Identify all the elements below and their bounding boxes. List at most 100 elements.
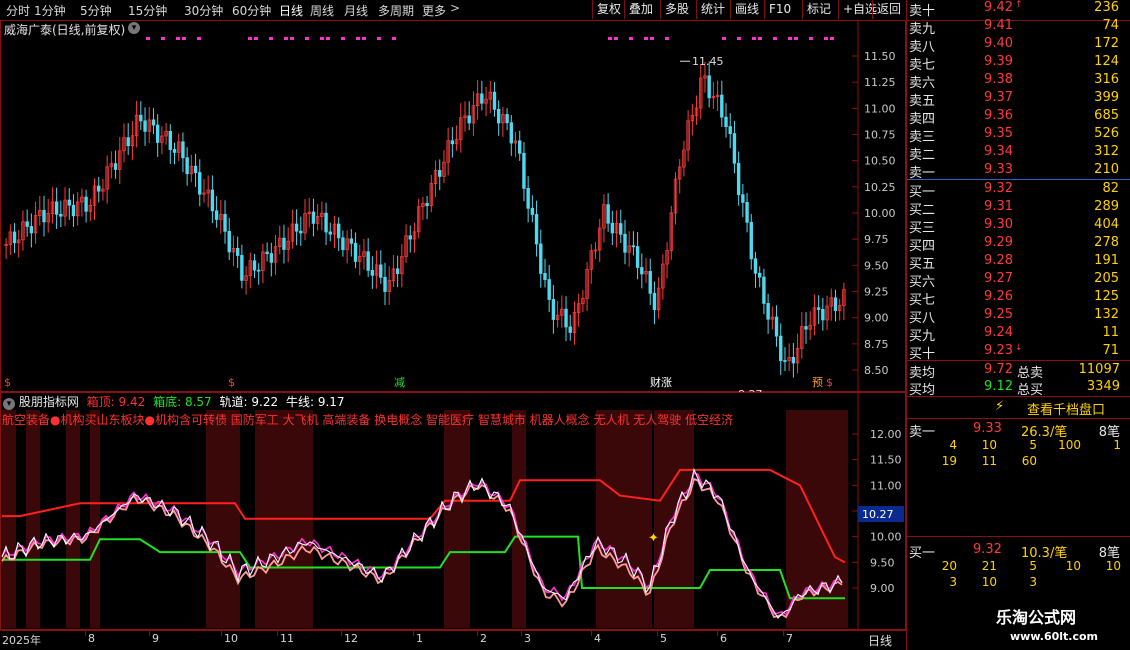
time-label: 8 <box>88 632 95 645</box>
bids-row[interactable]: 买八 9.25 132 <box>907 307 1129 326</box>
toolbar-button-8[interactable]: 返回 <box>872 0 905 19</box>
event-marker: 财涨 <box>650 375 672 389</box>
asks-level-label: 卖六 <box>909 76 936 91</box>
asks-row[interactable]: 卖八 9.40 172 <box>907 36 1129 55</box>
indicator-axis-label: 12.00 <box>870 428 902 441</box>
candle-body <box>741 194 745 203</box>
time-label: 1 <box>416 632 423 645</box>
candle-body <box>619 223 623 235</box>
tab-3[interactable]: 15分钟 <box>128 2 167 19</box>
candle-body <box>467 115 471 124</box>
sell1_detail-price: 9.33 <box>973 421 1002 436</box>
candle-body <box>648 271 652 294</box>
toolbar-button-1[interactable]: 叠加 <box>624 0 657 19</box>
candle-body <box>774 316 779 337</box>
watermark-url: www.60lt.com <box>1010 630 1099 643</box>
candle-body <box>67 199 71 206</box>
bids-row[interactable]: 买三 9.30 404 <box>907 217 1129 236</box>
tab-8[interactable]: 月线 <box>344 2 368 19</box>
toolbar-button-5[interactable]: F10 <box>764 0 795 19</box>
asks-row[interactable]: 卖九 9.41 74 <box>907 18 1129 37</box>
asks-level-label: 卖四 <box>909 112 936 127</box>
tab-6[interactable]: 日线 <box>279 2 303 19</box>
signal-dot <box>758 37 762 40</box>
candle-body <box>753 258 758 274</box>
candle-body <box>766 303 770 320</box>
toolbar-button-2[interactable]: 多股 <box>660 0 693 19</box>
bids-row[interactable]: 买七 9.26 125 <box>907 289 1129 308</box>
signal-dot <box>146 37 150 40</box>
candle-body <box>757 272 762 278</box>
asks-level-label: 卖三 <box>909 130 936 145</box>
bids-row[interactable]: 买十 9.23 ↓ 71 <box>907 343 1129 362</box>
bids-row[interactable]: 买五 9.28 191 <box>907 253 1129 272</box>
asks-row[interactable]: 卖二 9.34 312 <box>907 144 1129 163</box>
candle-body <box>324 212 328 233</box>
signal-dot <box>356 37 360 40</box>
signal-band <box>66 410 80 628</box>
candle-body <box>438 170 442 177</box>
candle-body <box>126 137 130 147</box>
summary-volume: 11097 <box>1078 362 1120 377</box>
candle-body <box>640 267 644 275</box>
asks-row[interactable]: 卖三 9.35 526 <box>907 126 1129 145</box>
candle-body <box>724 116 728 128</box>
bids-row[interactable]: 买二 9.31 289 <box>907 199 1129 218</box>
bids-row[interactable]: 买四 9.29 278 <box>907 235 1129 254</box>
candle-body <box>526 188 530 209</box>
toolbar-button-4[interactable]: 画线 <box>730 0 763 19</box>
tab-4[interactable]: 30分钟 <box>184 2 223 19</box>
candle-body <box>353 242 358 262</box>
tab-9[interactable]: 多周期 <box>378 2 414 19</box>
toolbar-button-0[interactable]: 复权 <box>592 0 625 19</box>
candle-body <box>269 253 274 263</box>
tab-7[interactable]: 周线 <box>310 2 334 19</box>
chevron-down-icon[interactable]: ▾ <box>3 398 15 410</box>
signal-dot <box>176 37 180 40</box>
signal-dot <box>326 37 330 40</box>
price-axis-label: 10.00 <box>864 207 896 220</box>
period-label[interactable]: 日线 <box>868 632 892 649</box>
time-label: 11 <box>280 632 294 645</box>
buy1_detail-lot: 10 <box>1065 559 1081 573</box>
tab-10[interactable]: 更多 <box>422 2 446 19</box>
asks-row[interactable]: 卖四 9.36 685 <box>907 108 1129 127</box>
time-axis <box>0 630 906 650</box>
bids-volume: 71 <box>1102 343 1119 358</box>
time-tick <box>477 630 478 636</box>
time-tick <box>413 630 414 636</box>
toolbar-button-6[interactable]: 标记 <box>802 0 835 19</box>
candle-body <box>42 209 46 223</box>
asks-row[interactable]: 卖五 9.37 399 <box>907 90 1129 109</box>
bids-row[interactable]: 买九 9.24 11 <box>907 325 1129 344</box>
bids-row[interactable]: 买六 9.27 205 <box>907 271 1129 290</box>
divider <box>907 536 1130 537</box>
tab-0[interactable]: 分时 <box>6 2 30 19</box>
asks-row[interactable]: 卖七 9.39 124 <box>907 54 1129 73</box>
candle-body <box>198 172 202 195</box>
toolbar-button-3[interactable]: 统计 <box>696 0 729 19</box>
event-marker: $ <box>228 376 235 389</box>
bids-row[interactable]: 买一 9.32 82 <box>907 181 1129 200</box>
view-depth-link[interactable]: 查看千档盘口 <box>1027 399 1105 418</box>
asks-volume: 685 <box>1094 108 1119 123</box>
asks-row[interactable]: 卖一 9.33 210 <box>907 162 1129 181</box>
asks-price: 9.41 <box>984 18 1013 33</box>
bids-volume: 125 <box>1094 289 1119 304</box>
asks-row[interactable]: 卖十 9.42 ↑ 236 <box>907 0 1129 19</box>
tab-5[interactable]: 60分钟 <box>232 2 271 19</box>
asks-price: 9.33 <box>984 162 1013 177</box>
asks-price: 9.40 <box>984 36 1013 51</box>
tab-2[interactable]: 5分钟 <box>80 2 112 19</box>
candle-body <box>97 185 101 192</box>
signal-band <box>206 410 240 628</box>
buy1_detail-lot: 10 <box>1105 559 1121 573</box>
price-axis-label: 8.50 <box>864 364 889 377</box>
bids-level-label: 买五 <box>909 257 936 272</box>
bids-volume: 289 <box>1094 199 1119 214</box>
chevron-right-icon[interactable]: > <box>450 1 460 15</box>
asks-row[interactable]: 卖六 9.38 316 <box>907 72 1129 91</box>
summary-volume: 3349 <box>1086 379 1120 394</box>
asks-level-label: 卖五 <box>909 94 936 109</box>
tab-1[interactable]: 1分钟 <box>34 2 66 19</box>
